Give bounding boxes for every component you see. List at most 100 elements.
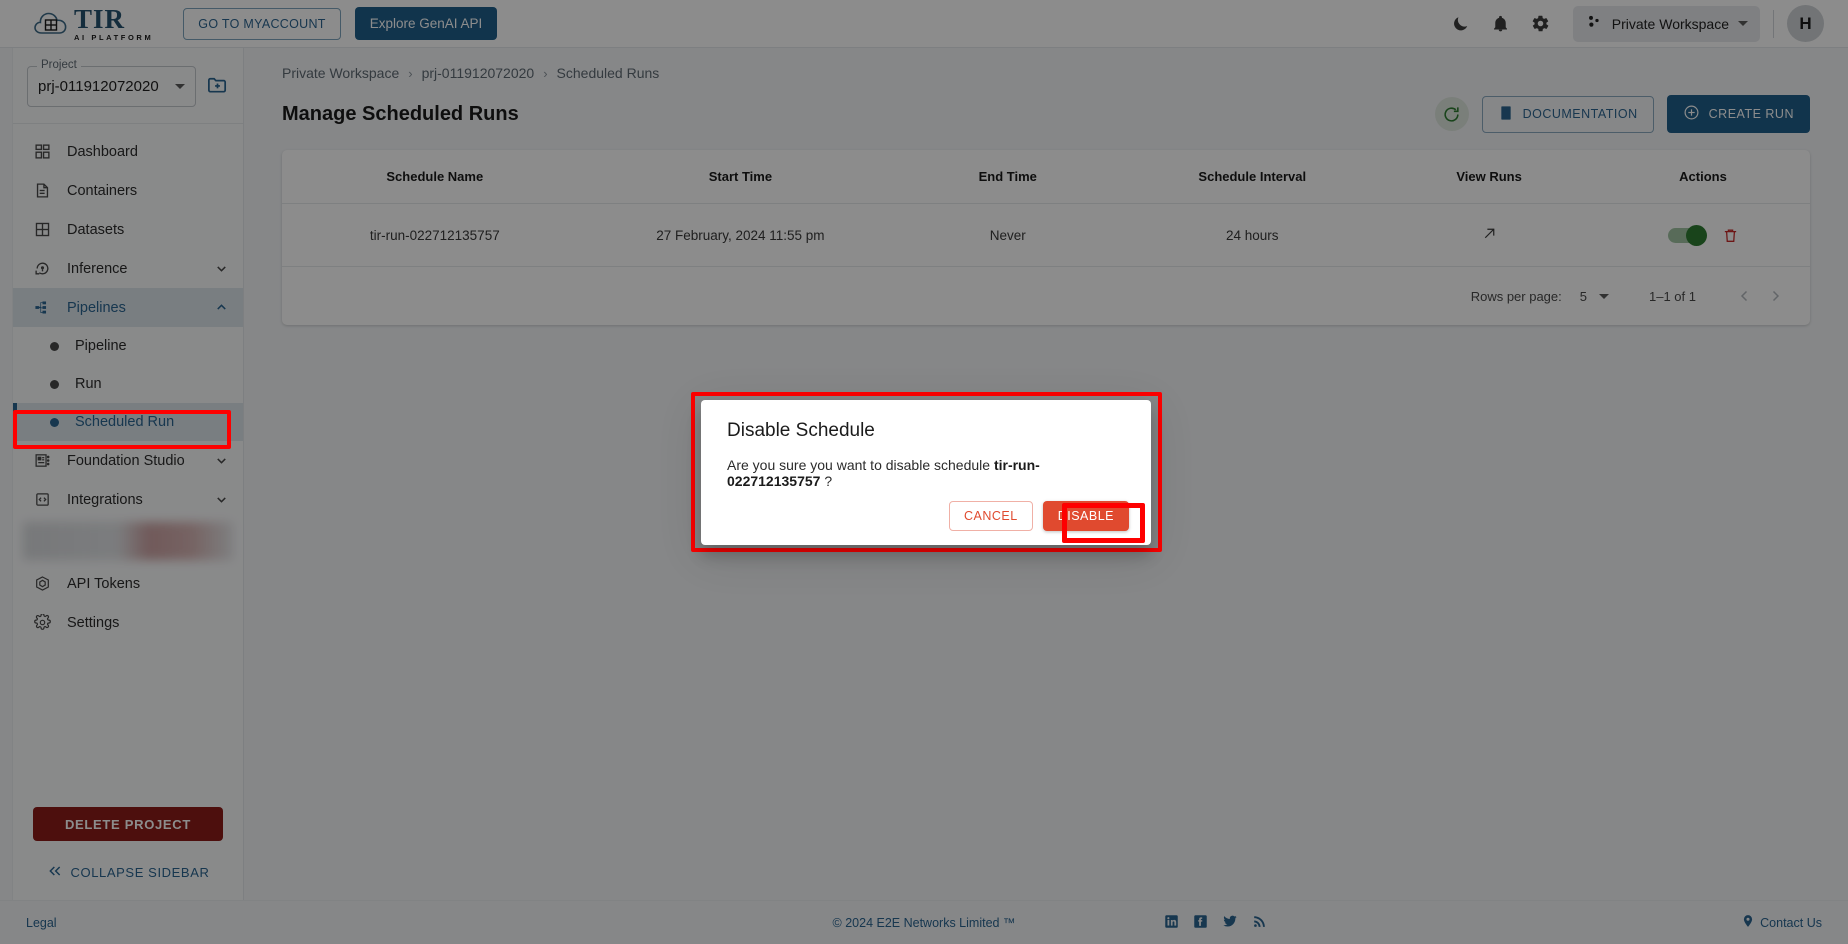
pipelines-icon bbox=[31, 299, 53, 316]
breadcrumb-separator-icon: › bbox=[408, 65, 413, 81]
sidebar-item-foundation-studio[interactable]: Foundation Studio bbox=[13, 441, 243, 480]
bullet-icon bbox=[50, 379, 59, 389]
cell-schedule-name: tir-run-022712135757 bbox=[282, 203, 588, 267]
gear-icon[interactable] bbox=[1521, 4, 1561, 44]
rss-icon[interactable] bbox=[1252, 914, 1267, 932]
cell-end-time: Never bbox=[893, 203, 1123, 267]
sidebar-item-containers[interactable]: Containers bbox=[13, 171, 243, 210]
token-icon bbox=[31, 575, 53, 592]
external-link-arrow-icon[interactable] bbox=[1481, 225, 1498, 242]
chevron-right-icon[interactable] bbox=[1760, 281, 1790, 311]
rows-per-page-value: 5 bbox=[1579, 288, 1587, 304]
sidebar-item-inference[interactable]: Inference bbox=[13, 249, 243, 288]
chevron-up-icon bbox=[214, 300, 229, 315]
breadcrumb-item-project[interactable]: prj-011912072020 bbox=[422, 65, 535, 81]
linkedin-icon[interactable] bbox=[1164, 914, 1179, 932]
dialog-message-suffix: ? bbox=[820, 473, 833, 489]
double-chevron-left-icon bbox=[47, 863, 63, 882]
sidebar-item-api-tokens[interactable]: API Tokens bbox=[13, 564, 243, 603]
sidebar-subitem-label: Run bbox=[75, 376, 102, 392]
sidebar-subitem-pipeline[interactable]: Pipeline bbox=[13, 327, 243, 365]
table-row: tir-run-022712135757 27 February, 2024 1… bbox=[282, 203, 1810, 267]
dashboard-icon bbox=[31, 143, 53, 160]
explore-genai-api-button[interactable]: Explore GenAI API bbox=[354, 7, 498, 40]
toggle-knob bbox=[1685, 224, 1707, 246]
cancel-button[interactable]: CANCEL bbox=[948, 501, 1033, 531]
settings-gear-icon bbox=[31, 614, 53, 631]
avatar[interactable]: H bbox=[1787, 5, 1824, 42]
cloud-logo-icon bbox=[32, 9, 72, 39]
trash-icon[interactable] bbox=[1722, 227, 1739, 244]
contact-pin-icon bbox=[1741, 914, 1755, 931]
sidebar-item-label: API Tokens bbox=[67, 575, 141, 592]
breadcrumb-separator-icon: › bbox=[543, 65, 548, 81]
go-to-myaccount-button[interactable]: GO TO MYACCOUNT bbox=[183, 7, 341, 40]
create-run-button[interactable]: CREATE RUN bbox=[1666, 95, 1810, 133]
refresh-icon[interactable] bbox=[1434, 97, 1469, 131]
copyright-text: © 2024 E2E Networks Limited ™ bbox=[832, 915, 1016, 930]
pagination-range-label: 1–1 of 1 bbox=[1649, 288, 1696, 304]
workspace-icon bbox=[1585, 13, 1603, 34]
column-header-schedule-interval: Schedule Interval bbox=[1122, 150, 1383, 204]
dialog-actions: CANCEL DISABLE bbox=[701, 501, 1151, 545]
contact-us-link[interactable]: Contact Us bbox=[1760, 916, 1822, 930]
legal-link[interactable]: Legal bbox=[26, 916, 57, 930]
sidebar-subitem-scheduled-run[interactable]: Scheduled Run bbox=[13, 403, 243, 441]
column-header-end-time: End Time bbox=[893, 150, 1123, 204]
scheduled-runs-table: Schedule Name Start Time End Time Schedu… bbox=[282, 150, 1810, 267]
sidebar-item-label: Pipelines bbox=[67, 299, 126, 316]
sidebar-item-pipelines[interactable]: Pipelines bbox=[13, 288, 243, 327]
sidebar-nav: Dashboard Containers Datasets Inference … bbox=[13, 124, 243, 642]
bell-icon[interactable] bbox=[1481, 4, 1521, 44]
project-selector-section: Project prj-011912072020 bbox=[13, 48, 243, 123]
facebook-icon[interactable] bbox=[1193, 914, 1208, 932]
breadcrumb: Private Workspace › prj-011912072020 › S… bbox=[282, 65, 1826, 81]
column-header-view-runs: View Runs bbox=[1382, 150, 1597, 204]
breadcrumb-item-current: Scheduled Runs bbox=[556, 65, 660, 81]
document-icon bbox=[31, 182, 53, 199]
enable-schedule-toggle[interactable] bbox=[1667, 224, 1707, 246]
documentation-button[interactable]: DOCUMENTATION bbox=[1481, 95, 1654, 133]
moon-icon[interactable] bbox=[1441, 4, 1481, 44]
create-run-label: CREATE RUN bbox=[1708, 107, 1794, 121]
top-bar: TIR AI PLATFORM GO TO MYACCOUNT Explore … bbox=[0, 0, 1848, 48]
twitter-icon[interactable] bbox=[1222, 913, 1238, 932]
sidebar: Project prj-011912072020 Dashboard Conta… bbox=[12, 48, 244, 900]
sidebar-subitem-run[interactable]: Run bbox=[13, 365, 243, 403]
grid-icon bbox=[31, 221, 53, 238]
cell-start-time: 27 February, 2024 11:55 pm bbox=[587, 203, 894, 267]
studio-icon bbox=[31, 452, 53, 469]
project-select[interactable]: Project prj-011912072020 bbox=[27, 59, 196, 107]
tir-logo[interactable]: TIR AI PLATFORM bbox=[32, 5, 154, 42]
dialog-message-prefix: Are you sure you want to disable schedul… bbox=[727, 457, 994, 473]
column-header-actions: Actions bbox=[1596, 150, 1810, 204]
scheduled-runs-card: Schedule Name Start Time End Time Schedu… bbox=[282, 150, 1810, 325]
sidebar-item-label: Settings bbox=[67, 614, 120, 631]
disable-schedule-dialog: Disable Schedule Are you sure you want t… bbox=[701, 400, 1151, 545]
book-icon bbox=[1498, 105, 1514, 124]
column-header-schedule-name: Schedule Name bbox=[282, 150, 588, 204]
chevron-down-icon bbox=[1599, 293, 1609, 299]
rows-per-page-select[interactable]: 5 bbox=[1580, 289, 1609, 304]
workspace-selector[interactable]: Private Workspace bbox=[1572, 5, 1760, 42]
sidebar-item-label: Foundation Studio bbox=[67, 452, 185, 469]
new-folder-icon[interactable] bbox=[206, 73, 229, 101]
sidebar-item-label: Integrations bbox=[67, 491, 143, 508]
breadcrumb-item-workspace[interactable]: Private Workspace bbox=[282, 65, 399, 81]
sidebar-item-dashboard[interactable]: Dashboard bbox=[13, 132, 243, 171]
chevron-left-icon[interactable] bbox=[1730, 281, 1760, 311]
delete-project-button[interactable]: DELETE PROJECT bbox=[33, 807, 223, 841]
bullet-icon bbox=[50, 341, 59, 351]
sidebar-footer: DELETE PROJECT COLLAPSE SIDEBAR bbox=[13, 807, 243, 900]
collapse-sidebar-button[interactable]: COLLAPSE SIDEBAR bbox=[13, 863, 243, 882]
logo-subtitle: AI PLATFORM bbox=[74, 32, 154, 42]
sidebar-item-label: Datasets bbox=[67, 221, 125, 238]
page-footer: Legal © 2024 E2E Networks Limited ™ Cont… bbox=[0, 900, 1848, 944]
disable-button[interactable]: DISABLE bbox=[1042, 501, 1129, 531]
sidebar-item-datasets[interactable]: Datasets bbox=[13, 210, 243, 249]
cell-view-runs bbox=[1382, 203, 1597, 267]
redacted-sidebar-item bbox=[23, 522, 233, 560]
sidebar-item-integrations[interactable]: Integrations bbox=[13, 480, 243, 519]
sidebar-item-settings[interactable]: Settings bbox=[13, 603, 243, 642]
dialog-message: Are you sure you want to disable schedul… bbox=[701, 442, 1151, 489]
